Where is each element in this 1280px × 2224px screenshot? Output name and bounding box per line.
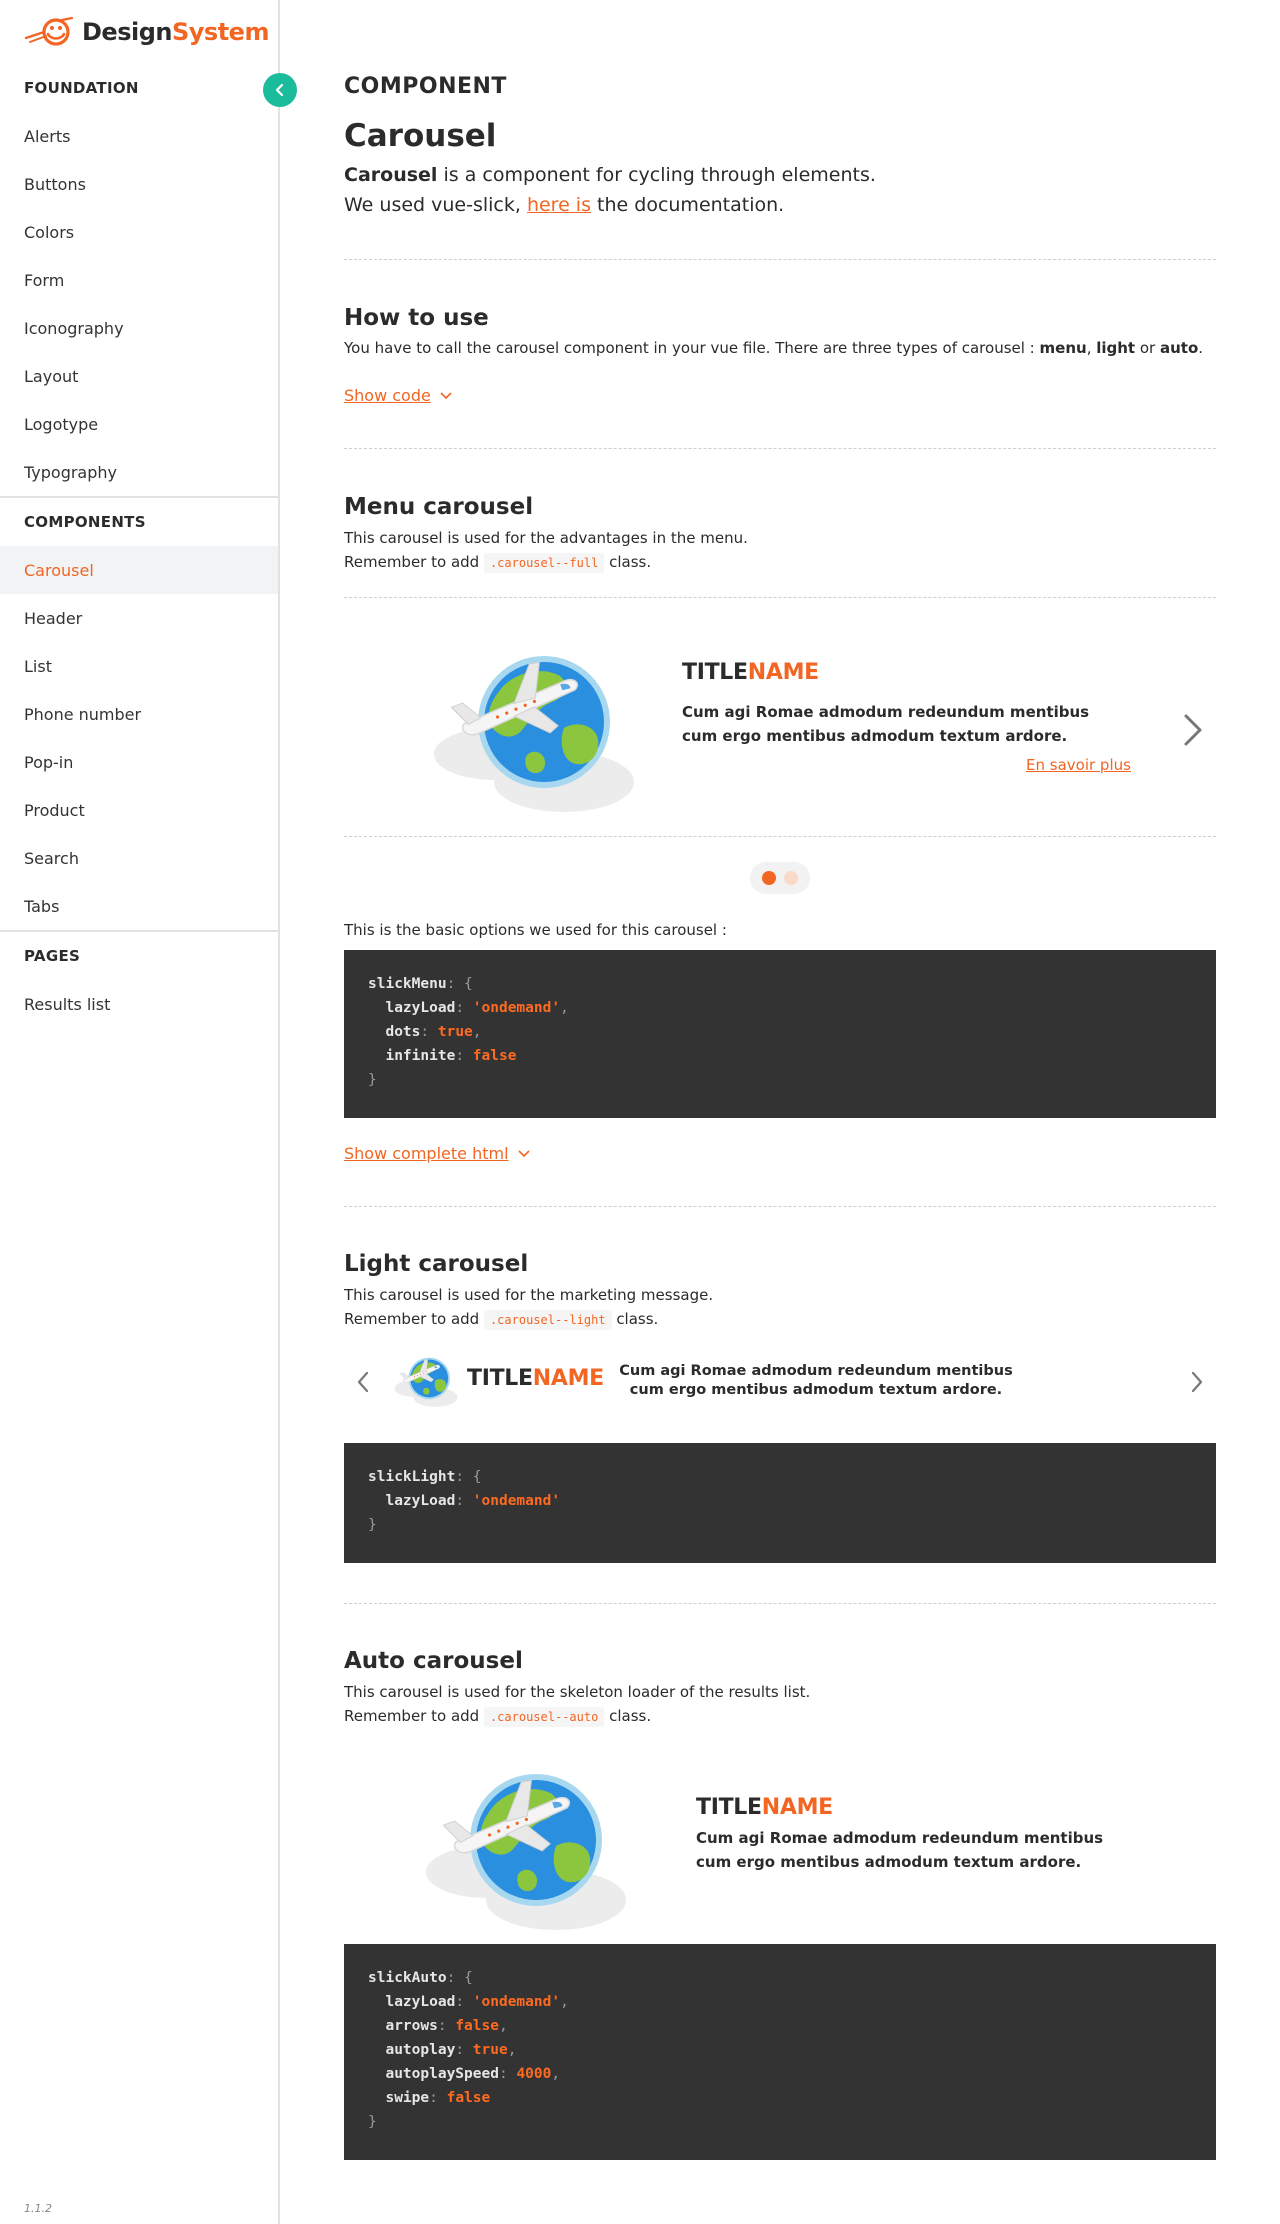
auto-carousel-slide: [406, 1750, 646, 1940]
menu-carousel-desc: This carousel is used for the advantages…: [344, 529, 748, 547]
carousel-frame-top: [344, 597, 1216, 598]
section-title-light-carousel: Light carousel: [344, 1251, 529, 1277]
chevron-down-icon: [440, 391, 452, 399]
light-carousel-desc: This carousel is used for the marketing …: [344, 1286, 714, 1304]
show-complete-html-toggle[interactable]: Show complete html: [344, 1144, 531, 1163]
carousel-prev-arrow[interactable]: [356, 1370, 370, 1394]
airplane-smile-logo-icon: [24, 16, 74, 46]
page-intro: Carousel is a component for cycling thro…: [344, 164, 876, 216]
section-divider: [344, 1603, 1216, 1604]
section-divider: [344, 448, 1216, 449]
brand-name: DesignSystem: [82, 18, 269, 46]
carousel-dots: [750, 862, 810, 894]
documentation-link[interactable]: here is: [527, 194, 591, 216]
menu-slide-title: TITLENAME: [682, 660, 819, 685]
sidebar-item-form[interactable]: Form: [0, 256, 278, 304]
auto-carousel-remember: Remember to add .carousel--auto class.: [344, 1706, 652, 1727]
sidebar-item-pop-in[interactable]: Pop-in: [0, 738, 278, 786]
version-label: 1.1.2: [24, 2202, 52, 2215]
nav-foundation: FOUNDATION Alerts Buttons Colors Form Ic…: [0, 64, 278, 1028]
section-title-how-to-use: How to use: [344, 305, 489, 331]
carousel-dot-2[interactable]: [784, 871, 798, 885]
section-divider: [344, 259, 1216, 260]
chevron-down-icon: [517, 1149, 530, 1157]
page-kicker: COMPONENT: [344, 74, 507, 99]
sidebar-item-header[interactable]: Header: [0, 594, 278, 642]
sidebar-item-buttons[interactable]: Buttons: [0, 160, 278, 208]
carousel-dot-1[interactable]: [762, 871, 776, 885]
sidebar-collapse-button[interactable]: [263, 73, 297, 107]
auto-carousel-desc: This carousel is used for the skeleton l…: [344, 1683, 811, 1701]
auto-slide-text: Cum agi Romae admodum redeundum mentibus…: [696, 1829, 1104, 1871]
light-carousel-remember: Remember to add .carousel--light class.: [344, 1309, 659, 1330]
carousel-next-arrow[interactable]: [1190, 1370, 1204, 1394]
sidebar: DesignSystem FOUNDATION Alerts Buttons C…: [0, 0, 280, 2224]
auto-slide-title: TITLENAME: [696, 1795, 833, 1820]
sidebar-item-phone-number[interactable]: Phone number: [0, 690, 278, 738]
light-carousel-slide: [388, 1350, 464, 1410]
sidebar-item-search[interactable]: Search: [0, 834, 278, 882]
page-title: Carousel: [344, 118, 497, 154]
sidebar-item-layout[interactable]: Layout: [0, 352, 278, 400]
section-title-auto-carousel: Auto carousel: [344, 1648, 523, 1674]
light-slide-title: TITLENAME: [467, 1366, 604, 1391]
section-divider: [344, 1206, 1216, 1207]
carousel-frame-bottom: [344, 836, 1216, 837]
options-label: This is the basic options we used for th…: [344, 921, 727, 939]
how-to-use-text: You have to call the carousel component …: [344, 339, 1204, 357]
carousel-next-arrow[interactable]: [1182, 712, 1204, 748]
light-slide-text: Cum agi Romae admodum redeundum mentibus…: [619, 1363, 1013, 1398]
menu-carousel-slide: [414, 632, 654, 822]
sidebar-item-logotype[interactable]: Logotype: [0, 400, 278, 448]
brand-logo[interactable]: DesignSystem: [24, 14, 269, 50]
sidebar-item-typography[interactable]: Typography: [0, 448, 278, 496]
class-chip: .carousel--auto: [483, 1706, 605, 1727]
sidebar-item-list[interactable]: List: [0, 642, 278, 690]
show-code-toggle[interactable]: Show code: [344, 386, 453, 405]
nav-heading-pages: PAGES: [24, 947, 81, 965]
sidebar-item-iconography[interactable]: Iconography: [0, 304, 278, 352]
code-block-slick-menu: slickMenu: { lazyLoad: 'ondemand', dots:…: [344, 950, 1216, 1118]
sidebar-item-carousel[interactable]: Carousel: [0, 546, 278, 594]
nav-heading-components: COMPONENTS: [24, 513, 146, 531]
menu-carousel-remember: Remember to add .carousel--full class.: [344, 552, 652, 573]
globe-airplane-illustration: [414, 632, 654, 822]
sidebar-item-tabs[interactable]: Tabs: [0, 882, 278, 930]
en-savoir-plus-link[interactable]: En savoir plus: [1026, 756, 1131, 774]
chevron-left-icon: [275, 83, 284, 97]
nav-heading-foundation: FOUNDATION: [24, 79, 139, 97]
sidebar-item-results-list[interactable]: Results list: [0, 980, 278, 1028]
sidebar-item-colors[interactable]: Colors: [0, 208, 278, 256]
code-block-slick-auto: slickAuto: { lazyLoad: 'ondemand', arrow…: [344, 1944, 1216, 2160]
globe-airplane-illustration: [388, 1350, 464, 1410]
section-title-menu-carousel: Menu carousel: [344, 494, 534, 520]
class-chip: .carousel--full: [483, 552, 605, 573]
class-chip: .carousel--light: [483, 1309, 612, 1330]
sidebar-item-alerts[interactable]: Alerts: [0, 112, 278, 160]
sidebar-item-product[interactable]: Product: [0, 786, 278, 834]
globe-airplane-illustration: [406, 1750, 646, 1940]
menu-slide-text: Cum agi Romae admodum redeundum mentibus…: [682, 703, 1090, 745]
code-block-slick-light: slickLight: { lazyLoad: 'ondemand' }: [344, 1443, 1216, 1563]
